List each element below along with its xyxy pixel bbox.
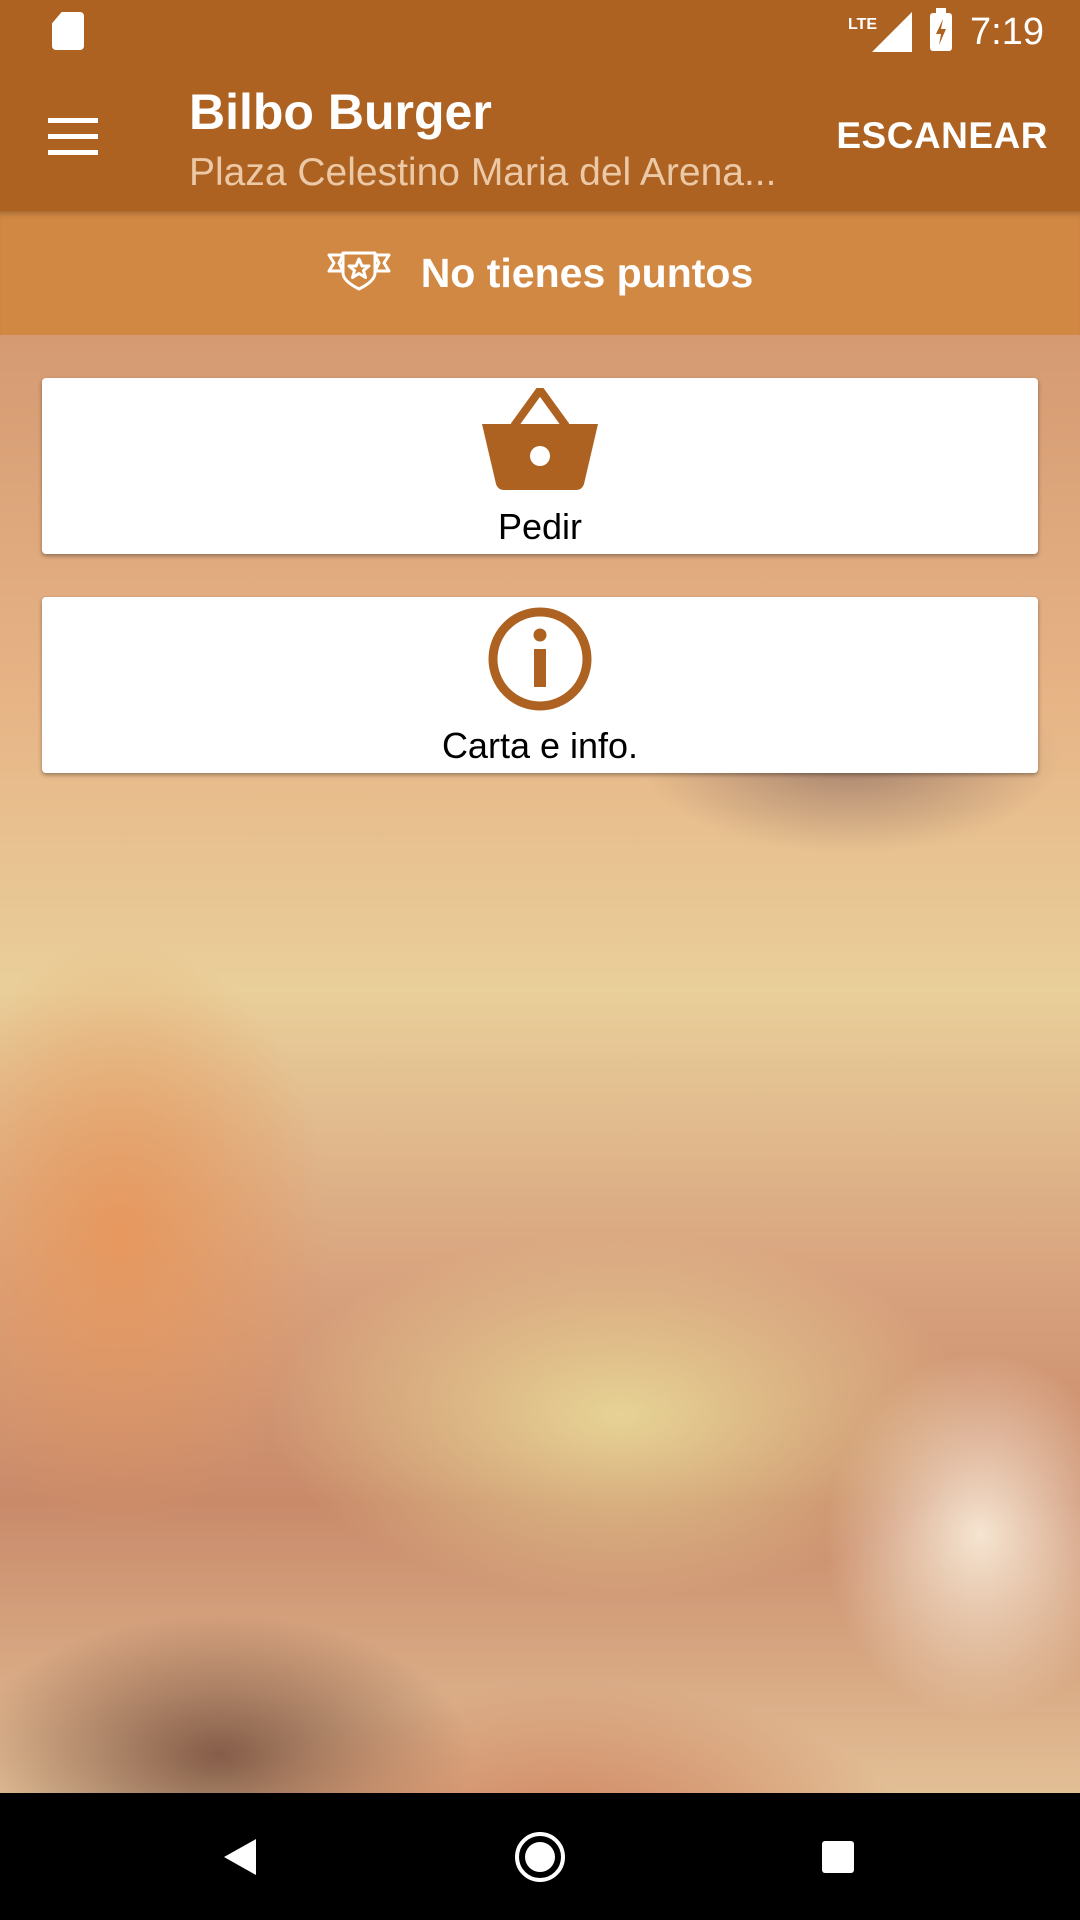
basket-icon — [480, 386, 600, 497]
navigation-bar — [0, 1793, 1080, 1920]
recents-icon[interactable] — [821, 1840, 855, 1879]
status-indicators: LTE 7:19 — [848, 8, 1044, 56]
points-status: No tienes puntos — [420, 249, 754, 296]
back-icon[interactable] — [222, 1837, 258, 1882]
info-card[interactable]: Carta e info. — [42, 597, 1038, 773]
info-icon — [486, 605, 594, 718]
restaurant-address: Plaza Celestino Maria del Arena... — [189, 151, 777, 194]
scan-button[interactable]: ESCANEAR — [836, 115, 1048, 157]
home-icon[interactable] — [514, 1831, 566, 1888]
status-bar: LTE 7:19 — [0, 0, 1080, 63]
points-bar[interactable]: No tienes puntos — [0, 211, 1080, 335]
order-label: Pedir — [497, 506, 583, 547]
sd-card-icon — [52, 12, 84, 50]
info-label: Carta e info. — [441, 725, 639, 766]
signal-icon: LTE — [848, 12, 913, 52]
battery-icon — [930, 8, 953, 51]
award-ribbon-icon — [327, 249, 391, 298]
menu-icon[interactable] — [48, 118, 98, 155]
restaurant-title: Bilbo Burger — [189, 84, 492, 140]
order-card[interactable]: Pedir — [42, 378, 1038, 554]
clock: 7:19 — [970, 10, 1044, 53]
app-bar: Bilbo Burger Plaza Celestino Maria del A… — [0, 63, 1080, 211]
